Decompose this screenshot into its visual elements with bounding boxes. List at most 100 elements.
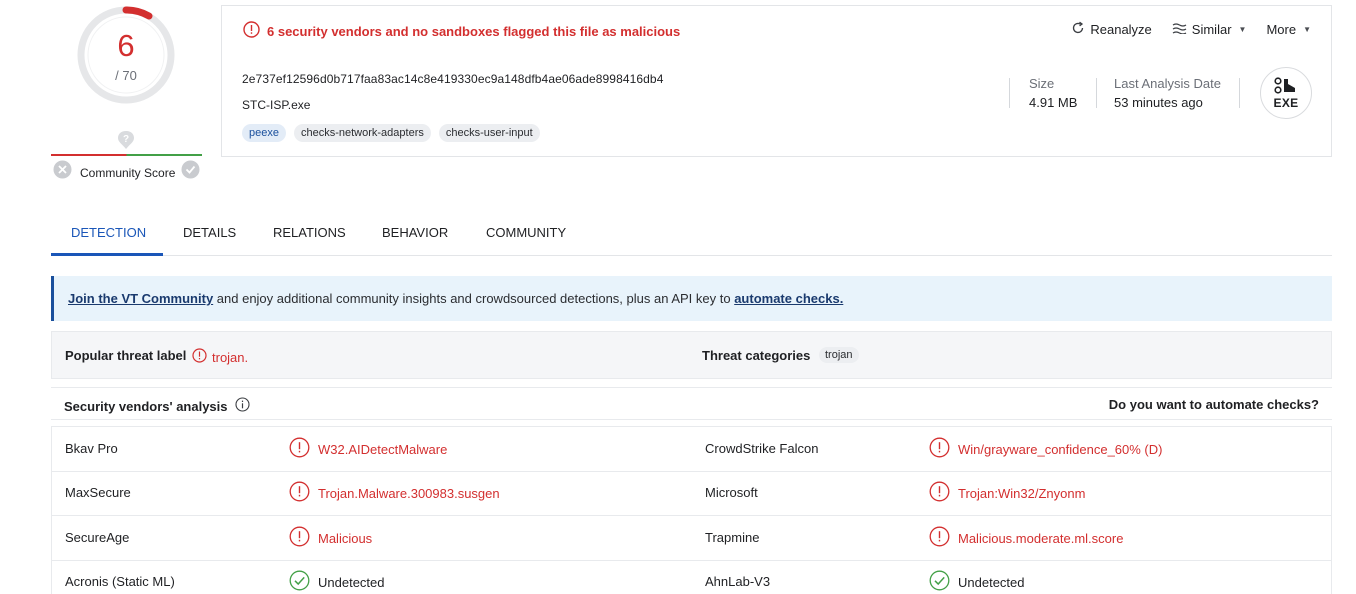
table-row: Acronis (Static ML) Undetected AhnLab-V3… — [52, 560, 1331, 594]
vendor-name: SecureAge — [65, 530, 130, 545]
community-banner: Join the VT Community and enjoy addition… — [51, 276, 1332, 321]
alert-icon — [243, 21, 260, 41]
detection-score-gauge: 6 / 70 — [75, 4, 177, 106]
vendors-title-text: Security vendors' analysis — [64, 398, 228, 414]
alert-icon — [929, 437, 950, 461]
file-type-label: EXE — [1273, 96, 1299, 110]
tab-detection[interactable]: DETECTION — [71, 225, 146, 240]
vendor-result-text: Win/grayware_confidence_60% (D) — [958, 441, 1163, 457]
file-hash[interactable]: 2e737ef12596d0b717faa83ac14c8e419330ec9a… — [242, 72, 663, 86]
tag-peexe[interactable]: peexe — [242, 124, 286, 142]
refresh-icon — [1071, 21, 1085, 38]
svg-text:?: ? — [123, 134, 129, 145]
file-name: STC-ISP.exe — [242, 98, 311, 112]
reanalyze-label: Reanalyze — [1090, 22, 1152, 37]
vendor-result-text: Malicious — [318, 530, 373, 546]
file-tags: peexe checks-network-adapters checks-use… — [242, 124, 540, 142]
tab-relations[interactable]: RELATIONS — [273, 225, 346, 240]
tag-checks-network-adapters[interactable]: checks-network-adapters — [293, 124, 431, 142]
tag-checks-user-input[interactable]: checks-user-input — [438, 124, 540, 142]
vendor-result: Undetected — [929, 570, 1025, 594]
chevron-down-icon: ▼ — [1238, 25, 1247, 34]
detection-count: 6 — [117, 28, 135, 63]
vendors-header: Security vendors' analysis Do you want t… — [51, 387, 1332, 420]
size-value: 4.91 MB — [1029, 95, 1078, 110]
check-circle-icon — [929, 570, 950, 594]
tab-community[interactable]: COMMUNITY — [486, 225, 566, 240]
tab-details[interactable]: DETAILS — [183, 225, 236, 240]
popular-threat-label: Popular threat label — [65, 348, 187, 363]
vendor-name: Acronis (Static ML) — [65, 574, 175, 589]
file-summary-card: 6 security vendors and no sandboxes flag… — [221, 5, 1332, 157]
tab-bar: DETECTION DETAILS RELATIONS BEHAVIOR COM… — [51, 222, 1332, 256]
info-icon[interactable] — [234, 397, 250, 415]
alert-icon — [289, 526, 310, 550]
detection-total: / 70 — [115, 68, 137, 83]
malicious-alert: 6 security vendors and no sandboxes flag… — [243, 21, 680, 41]
last-analysis-value: 53 minutes ago — [1114, 95, 1203, 110]
alert-icon — [929, 526, 950, 550]
card-actions: Reanalyze Similar ▼ More ▼ — [1071, 21, 1311, 38]
popular-threat-value[interactable]: trojan. — [192, 348, 248, 366]
vendor-name: Trapmine — [705, 530, 760, 545]
vendor-result-text: Trojan:Win32/Znyonm — [958, 485, 1086, 501]
vendors-table: Bkav Pro W32.AIDetectMalware CrowdStrike… — [51, 426, 1332, 594]
chevron-down-icon: ▼ — [1303, 25, 1311, 34]
vendor-result-text: W32.AIDetectMalware — [318, 441, 448, 457]
vendor-result-text: Undetected — [318, 574, 385, 590]
banner-middle-text: and enjoy additional community insights … — [213, 291, 735, 306]
size-label: Size — [1029, 76, 1055, 91]
popular-threat-text: trojan. — [212, 349, 249, 365]
more-dropdown[interactable]: More ▼ — [1266, 22, 1311, 37]
table-row: Bkav Pro W32.AIDetectMalware CrowdStrike… — [52, 427, 1331, 472]
threat-category-tag[interactable]: trojan — [819, 347, 859, 363]
table-row: MaxSecure Trojan.Malware.300983.susgen M… — [52, 471, 1331, 516]
alert-text: 6 security vendors and no sandboxes flag… — [267, 23, 681, 39]
more-label: More — [1266, 22, 1297, 37]
vendor-result-text: Undetected — [958, 574, 1025, 590]
vendor-name: Bkav Pro — [65, 441, 118, 456]
vendor-result: Trojan.Malware.300983.susgen — [289, 481, 500, 505]
upvote-icon[interactable] — [181, 160, 200, 182]
file-type-badge: EXE — [1260, 67, 1312, 119]
vendor-name: CrowdStrike Falcon — [705, 441, 819, 456]
threat-summary-row: Popular threat label trojan. Threat cate… — [51, 331, 1332, 379]
vendor-name: AhnLab-V3 — [705, 574, 771, 589]
tab-behavior[interactable]: BEHAVIOR — [382, 225, 448, 240]
vendor-result: Trojan:Win32/Znyonm — [929, 481, 1085, 505]
alert-icon — [192, 348, 207, 366]
similar-label: Similar — [1191, 22, 1232, 37]
threat-categories-label: Threat categories — [702, 348, 811, 363]
vendor-result: Malicious.moderate.ml.score — [929, 526, 1123, 550]
banner-text: Join the VT Community and enjoy addition… — [68, 291, 843, 306]
downvote-icon[interactable] — [53, 160, 72, 182]
reanalyze-button[interactable]: Reanalyze — [1071, 21, 1152, 38]
vendor-result-text: Malicious.moderate.ml.score — [958, 530, 1124, 546]
community-score-label: Community Score — [80, 166, 176, 180]
divider — [1009, 78, 1010, 108]
divider — [1096, 78, 1097, 108]
vendor-result: Undetected — [289, 570, 385, 594]
vendor-result: Win/grayware_confidence_60% (D) — [929, 437, 1162, 461]
similar-dropdown[interactable]: Similar ▼ — [1172, 22, 1247, 37]
automate-checks-link[interactable]: automate checks. — [734, 291, 843, 306]
divider — [1239, 78, 1240, 108]
active-tab-indicator — [51, 253, 163, 256]
vendor-name: MaxSecure — [65, 485, 131, 500]
alert-icon — [289, 481, 310, 505]
vendors-title: Security vendors' analysis — [64, 397, 250, 415]
vendor-result: Malicious — [289, 526, 372, 550]
check-circle-icon — [289, 570, 310, 594]
vendor-result: W32.AIDetectMalware — [289, 437, 447, 461]
last-analysis-label: Last Analysis Date — [1114, 76, 1221, 91]
similar-icon — [1172, 22, 1187, 37]
table-row: SecureAge Malicious Trapmine Malicious.m… — [52, 516, 1331, 561]
question-icon: ? — [117, 130, 135, 153]
vendor-name: Microsoft — [705, 485, 758, 500]
community-score-bar — [51, 154, 202, 156]
automate-checks-prompt[interactable]: Do you want to automate checks? — [1109, 397, 1319, 412]
join-community-link[interactable]: Join the VT Community — [68, 291, 213, 306]
alert-icon — [929, 481, 950, 505]
vendor-result-text: Trojan.Malware.300983.susgen — [318, 485, 500, 501]
alert-icon — [289, 437, 310, 461]
